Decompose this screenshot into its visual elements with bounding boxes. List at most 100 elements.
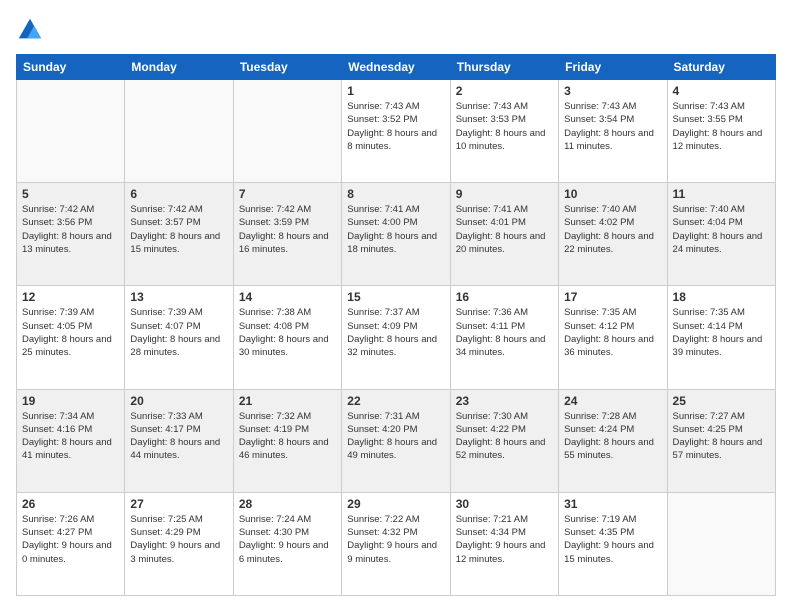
day-info: Sunrise: 7:43 AM Sunset: 3:53 PM Dayligh…: [456, 100, 553, 153]
day-cell: 11 Sunrise: 7:40 AM Sunset: 4:04 PM Dayli…: [667, 183, 775, 286]
header: [16, 16, 776, 44]
day-cell: 31 Sunrise: 7:19 AM Sunset: 4:35 PM Dayli…: [559, 492, 667, 595]
day-info: Sunrise: 7:39 AM Sunset: 4:07 PM Dayligh…: [130, 306, 227, 359]
day-info: Sunrise: 7:31 AM Sunset: 4:20 PM Dayligh…: [347, 410, 444, 463]
day-info: Sunrise: 7:40 AM Sunset: 4:04 PM Dayligh…: [673, 203, 770, 256]
day-info: Sunrise: 7:35 AM Sunset: 4:12 PM Dayligh…: [564, 306, 661, 359]
weekday-tuesday: Tuesday: [233, 55, 341, 80]
day-info: Sunrise: 7:22 AM Sunset: 4:32 PM Dayligh…: [347, 513, 444, 566]
day-info: Sunrise: 7:34 AM Sunset: 4:16 PM Dayligh…: [22, 410, 119, 463]
day-cell: 22Sunrise: 7:31 AM Sunset: 4:20 PM Dayli…: [342, 389, 450, 492]
day-cell: [17, 80, 125, 183]
day-cell: 29 Sunrise: 7:22 AM Sunset: 4:32 PM Dayli…: [342, 492, 450, 595]
day-info: Sunrise: 7:38 AM Sunset: 4:08 PM Dayligh…: [239, 306, 336, 359]
day-cell: 6 Sunrise: 7:42 AM Sunset: 3:57 PM Daylig…: [125, 183, 233, 286]
day-info: Sunrise: 7:30 AM Sunset: 4:22 PM Dayligh…: [456, 410, 553, 463]
week-row-4: 19 Sunrise: 7:34 AM Sunset: 4:16 PM Dayli…: [17, 389, 776, 492]
day-number: 19: [22, 394, 119, 408]
day-number: 31: [564, 497, 661, 511]
day-number: 8: [347, 187, 444, 201]
day-cell: 5 Sunrise: 7:42 AM Sunset: 3:56 PM Daylig…: [17, 183, 125, 286]
week-row-1: 1 Sunrise: 7:43 AM Sunset: 3:52 PM Daylig…: [17, 80, 776, 183]
day-cell: 26 Sunrise: 7:26 AM Sunset: 4:27 PM Dayli…: [17, 492, 125, 595]
day-number: 10: [564, 187, 661, 201]
day-cell: 19 Sunrise: 7:34 AM Sunset: 4:16 PM Dayli…: [17, 389, 125, 492]
day-number: 20: [130, 394, 227, 408]
day-info: Sunrise: 7:26 AM Sunset: 4:27 PM Dayligh…: [22, 513, 119, 566]
weekday-friday: Friday: [559, 55, 667, 80]
day-number: 24: [564, 394, 661, 408]
day-number: 21: [239, 394, 336, 408]
day-number: 15: [347, 290, 444, 304]
day-info: Sunrise: 7:43 AM Sunset: 3:55 PM Dayligh…: [673, 100, 770, 153]
calendar: SundayMondayTuesdayWednesdayThursdayFrid…: [16, 54, 776, 596]
day-number: 30: [456, 497, 553, 511]
weekday-monday: Monday: [125, 55, 233, 80]
day-info: Sunrise: 7:42 AM Sunset: 3:57 PM Dayligh…: [130, 203, 227, 256]
day-info: Sunrise: 7:43 AM Sunset: 3:54 PM Dayligh…: [564, 100, 661, 153]
day-number: 17: [564, 290, 661, 304]
day-cell: 4Sunrise: 7:43 AM Sunset: 3:55 PM Daylig…: [667, 80, 775, 183]
day-number: 6: [130, 187, 227, 201]
week-row-2: 5 Sunrise: 7:42 AM Sunset: 3:56 PM Daylig…: [17, 183, 776, 286]
day-cell: 10 Sunrise: 7:40 AM Sunset: 4:02 PM Dayli…: [559, 183, 667, 286]
day-number: 5: [22, 187, 119, 201]
day-number: 14: [239, 290, 336, 304]
day-cell: 9 Sunrise: 7:41 AM Sunset: 4:01 PM Daylig…: [450, 183, 558, 286]
day-cell: 7Sunrise: 7:42 AM Sunset: 3:59 PM Daylig…: [233, 183, 341, 286]
day-info: Sunrise: 7:40 AM Sunset: 4:02 PM Dayligh…: [564, 203, 661, 256]
day-number: 2: [456, 84, 553, 98]
day-cell: 8 Sunrise: 7:41 AM Sunset: 4:00 PM Daylig…: [342, 183, 450, 286]
day-info: Sunrise: 7:19 AM Sunset: 4:35 PM Dayligh…: [564, 513, 661, 566]
logo-icon: [16, 16, 44, 44]
day-info: Sunrise: 7:35 AM Sunset: 4:14 PM Dayligh…: [673, 306, 770, 359]
day-cell: 24Sunrise: 7:28 AM Sunset: 4:24 PM Dayli…: [559, 389, 667, 492]
day-info: Sunrise: 7:33 AM Sunset: 4:17 PM Dayligh…: [130, 410, 227, 463]
day-cell: [233, 80, 341, 183]
weekday-header-row: SundayMondayTuesdayWednesdayThursdayFrid…: [17, 55, 776, 80]
day-cell: 28 Sunrise: 7:24 AM Sunset: 4:30 PM Dayli…: [233, 492, 341, 595]
day-info: Sunrise: 7:39 AM Sunset: 4:05 PM Dayligh…: [22, 306, 119, 359]
day-cell: 23Sunrise: 7:30 AM Sunset: 4:22 PM Dayli…: [450, 389, 558, 492]
day-number: 9: [456, 187, 553, 201]
day-number: 3: [564, 84, 661, 98]
day-info: Sunrise: 7:41 AM Sunset: 4:00 PM Dayligh…: [347, 203, 444, 256]
day-number: 1: [347, 84, 444, 98]
day-cell: 15 Sunrise: 7:37 AM Sunset: 4:09 PM Dayli…: [342, 286, 450, 389]
day-cell: [667, 492, 775, 595]
day-info: Sunrise: 7:43 AM Sunset: 3:52 PM Dayligh…: [347, 100, 444, 153]
weekday-saturday: Saturday: [667, 55, 775, 80]
day-info: Sunrise: 7:32 AM Sunset: 4:19 PM Dayligh…: [239, 410, 336, 463]
weekday-thursday: Thursday: [450, 55, 558, 80]
day-number: 28: [239, 497, 336, 511]
day-cell: 25Sunrise: 7:27 AM Sunset: 4:25 PM Dayli…: [667, 389, 775, 492]
day-cell: 17 Sunrise: 7:35 AM Sunset: 4:12 PM Dayli…: [559, 286, 667, 389]
day-info: Sunrise: 7:27 AM Sunset: 4:25 PM Dayligh…: [673, 410, 770, 463]
day-cell: 12Sunrise: 7:39 AM Sunset: 4:05 PM Dayli…: [17, 286, 125, 389]
day-cell: 30 Sunrise: 7:21 AM Sunset: 4:34 PM Dayli…: [450, 492, 558, 595]
day-info: Sunrise: 7:37 AM Sunset: 4:09 PM Dayligh…: [347, 306, 444, 359]
weekday-wednesday: Wednesday: [342, 55, 450, 80]
day-number: 29: [347, 497, 444, 511]
day-cell: 18Sunrise: 7:35 AM Sunset: 4:14 PM Dayli…: [667, 286, 775, 389]
day-number: 13: [130, 290, 227, 304]
day-cell: 16Sunrise: 7:36 AM Sunset: 4:11 PM Dayli…: [450, 286, 558, 389]
day-cell: 27Sunrise: 7:25 AM Sunset: 4:29 PM Dayli…: [125, 492, 233, 595]
day-number: 26: [22, 497, 119, 511]
day-cell: [125, 80, 233, 183]
day-info: Sunrise: 7:21 AM Sunset: 4:34 PM Dayligh…: [456, 513, 553, 566]
day-cell: 3 Sunrise: 7:43 AM Sunset: 3:54 PM Daylig…: [559, 80, 667, 183]
day-cell: 13 Sunrise: 7:39 AM Sunset: 4:07 PM Dayli…: [125, 286, 233, 389]
day-info: Sunrise: 7:42 AM Sunset: 3:56 PM Dayligh…: [22, 203, 119, 256]
day-number: 11: [673, 187, 770, 201]
day-info: Sunrise: 7:36 AM Sunset: 4:11 PM Dayligh…: [456, 306, 553, 359]
day-cell: 14 Sunrise: 7:38 AM Sunset: 4:08 PM Dayli…: [233, 286, 341, 389]
week-row-5: 26 Sunrise: 7:26 AM Sunset: 4:27 PM Dayli…: [17, 492, 776, 595]
day-info: Sunrise: 7:24 AM Sunset: 4:30 PM Dayligh…: [239, 513, 336, 566]
weekday-sunday: Sunday: [17, 55, 125, 80]
day-info: Sunrise: 7:41 AM Sunset: 4:01 PM Dayligh…: [456, 203, 553, 256]
day-number: 27: [130, 497, 227, 511]
day-info: Sunrise: 7:42 AM Sunset: 3:59 PM Dayligh…: [239, 203, 336, 256]
day-cell: 20 Sunrise: 7:33 AM Sunset: 4:17 PM Dayli…: [125, 389, 233, 492]
day-cell: 21 Sunrise: 7:32 AM Sunset: 4:19 PM Dayli…: [233, 389, 341, 492]
